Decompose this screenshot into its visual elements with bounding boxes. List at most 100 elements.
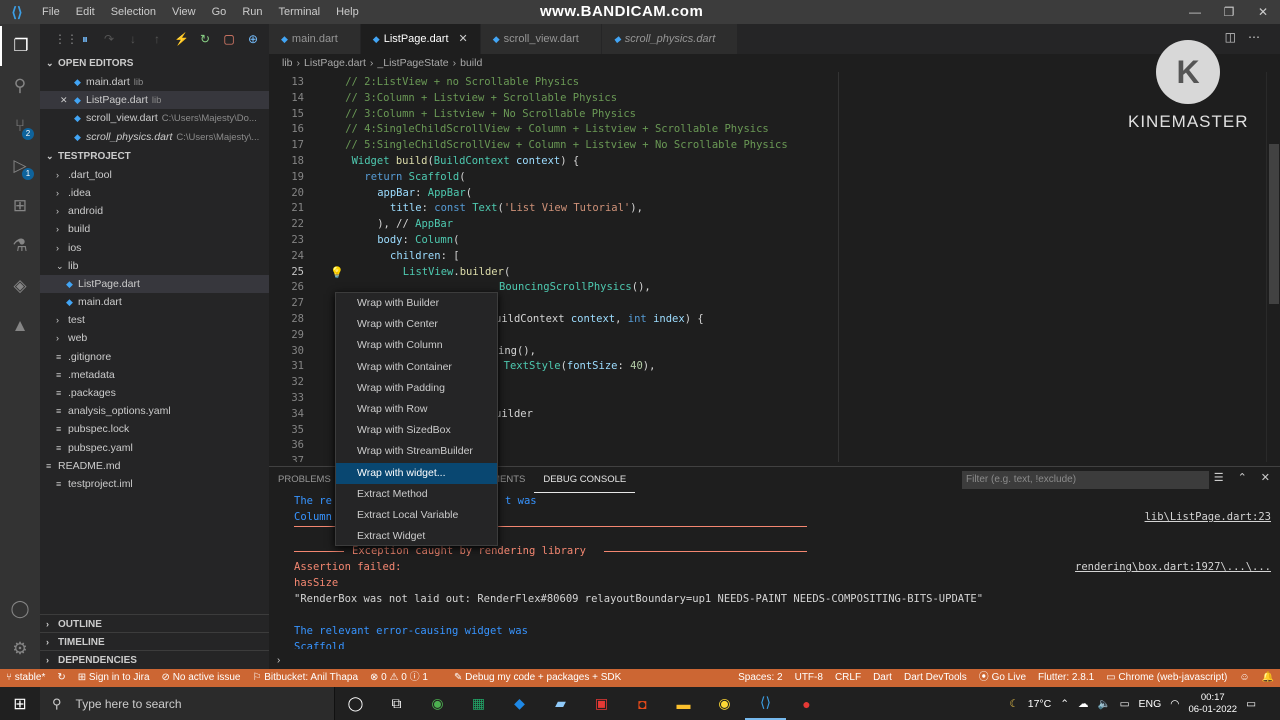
pdf-app-icon[interactable]: ▣ — [581, 687, 622, 720]
windows-start-icon[interactable]: ⊞ — [0, 687, 40, 720]
chrome-app-icon-2[interactable]: ◉ — [704, 687, 745, 720]
clock[interactable]: 00:17 06-01-2022 — [1188, 692, 1237, 716]
menu-item-extract-method[interactable]: Extract Method — [336, 484, 497, 505]
file-item[interactable]: ≡ .metadata — [40, 366, 269, 384]
inspect-icon[interactable]: ⊕ — [246, 32, 260, 46]
dart-devtools[interactable]: Dart DevTools — [898, 669, 973, 687]
temperature[interactable]: 17°C — [1028, 698, 1051, 710]
step-into-icon[interactable]: ↓ — [126, 32, 140, 46]
menu-item-wrap-with-row[interactable]: Wrap with Row — [336, 399, 497, 420]
open-editor-item[interactable]: ◆ scroll_view.dart C:\Users\Majesty\Do... — [40, 109, 269, 127]
maps-app-icon[interactable]: ◆ — [499, 687, 540, 720]
folder-item[interactable]: › test — [40, 311, 269, 329]
clear-console-icon[interactable]: ☰ — [1214, 471, 1224, 484]
file-item[interactable]: ≡ pubspec.lock — [40, 420, 269, 438]
restart-icon[interactable]: ↻ — [198, 32, 212, 46]
jira-signin[interactable]: ⊞ Sign in to Jira — [72, 669, 156, 687]
file-item[interactable]: ≡ README.md — [40, 457, 269, 475]
dependencies-section[interactable]: › DEPENDENCIES — [40, 650, 269, 669]
breadcrumb-item[interactable]: build — [460, 57, 482, 69]
folder-item[interactable]: › build — [40, 220, 269, 238]
open-editor-item[interactable]: ◆ scroll_physics.dart C:\Users\Majesty\... — [40, 128, 269, 146]
timeline-section[interactable]: › TIMELINE — [40, 632, 269, 651]
more-actions-icon[interactable]: ⋯ — [1248, 30, 1260, 44]
file-item[interactable]: ◆ ListPage.dart — [40, 274, 269, 294]
menu-item-wrap-with-padding[interactable]: Wrap with Padding — [336, 378, 497, 399]
menu-item-view[interactable]: View — [164, 0, 204, 24]
stop-icon[interactable]: ▢ — [222, 32, 236, 46]
network-icon[interactable]: ▭ — [1120, 698, 1130, 710]
source-control-icon[interactable]: ⑂ 2 — [0, 106, 40, 146]
tab-scroll-physics-dart[interactable]: ◆ scroll_physics.dart — [601, 24, 739, 54]
scrollbar-thumb[interactable] — [1269, 144, 1279, 304]
explorer-icon[interactable]: ❐ — [0, 26, 40, 66]
minimize-icon[interactable]: — — [1178, 0, 1212, 24]
encoding[interactable]: UTF-8 — [789, 669, 829, 687]
vscode-app-icon[interactable]: ⟨⟩ — [745, 687, 786, 720]
debug-mode[interactable]: ✎ Debug my code + packages + SDK — [448, 669, 627, 687]
folder-item[interactable]: › .dart_tool — [40, 166, 269, 184]
testing-icon[interactable]: ⚗ — [0, 226, 40, 266]
account-icon[interactable]: ◯ — [0, 589, 40, 629]
file-item[interactable]: ◆ main.dart — [40, 293, 269, 311]
open-editors-header[interactable]: ⌄ OPEN EDITORS — [40, 54, 269, 73]
open-editor-item[interactable]: ✕ ◆ ListPage.dart lib — [40, 91, 269, 110]
tab-problems[interactable]: PROBLEMS — [269, 467, 340, 493]
go-live[interactable]: ⦿ Go Live — [973, 669, 1032, 687]
indentation[interactable]: Spaces: 2 — [732, 669, 788, 687]
problems-count[interactable]: ⊗ 0 ⚠ 0 ⓘ 1 — [364, 669, 434, 687]
step-out-icon[interactable]: ↑ — [150, 32, 164, 46]
weather-icon[interactable]: ☾ — [1009, 698, 1018, 710]
open-editor-item[interactable]: ◆ main.dart lib — [40, 73, 269, 91]
feedback-icon[interactable]: ☺ — [1233, 669, 1255, 687]
breadcrumb-item[interactable]: lib — [282, 57, 293, 69]
file-item[interactable]: ≡ .packages — [40, 384, 269, 402]
project-header[interactable]: ⌄ TESTPROJECT — [40, 147, 269, 166]
file-item[interactable]: ≡ analysis_options.yaml — [40, 402, 269, 420]
hot-reload-icon[interactable]: ⚡ — [174, 32, 189, 46]
bandicam-app-icon[interactable]: ● — [786, 687, 827, 720]
excel-app-icon[interactable]: ▦ — [458, 687, 499, 720]
flutter-version[interactable]: Flutter: 2.8.1 — [1032, 669, 1100, 687]
taskbar-search-input[interactable]: ⚲ Type here to search — [40, 687, 335, 720]
run-debug-icon[interactable]: ▷ 1 — [0, 146, 40, 186]
extensions-icon[interactable]: ⊞ — [0, 186, 40, 226]
menu-item-go[interactable]: Go — [204, 0, 235, 24]
step-over-icon[interactable]: ↷ — [102, 32, 116, 46]
close-editor-icon[interactable]: ✕ — [60, 91, 74, 109]
file-explorer-icon[interactable]: ▬ — [663, 687, 704, 720]
wifi-icon[interactable]: ◠ — [1170, 698, 1179, 710]
menu-item-wrap-with-column[interactable]: Wrap with Column — [336, 335, 497, 356]
cortana-icon[interactable]: ◯ — [335, 687, 376, 720]
bitbucket-user[interactable]: ⚐ Bitbucket: Anil Thapa — [247, 669, 365, 687]
menu-item-file[interactable]: File — [34, 0, 68, 24]
settings-gear-icon[interactable]: ⚙ — [0, 629, 40, 669]
menu-item-wrap-with-sizedbox[interactable]: Wrap with SizedBox — [336, 420, 497, 441]
notes-app-icon[interactable]: ▰ — [540, 687, 581, 720]
language-indicator[interactable]: ENG — [1139, 698, 1162, 710]
folder-item[interactable]: › .idea — [40, 184, 269, 202]
tab-main-dart[interactable]: ◆ main.dart — [269, 24, 361, 54]
device-selector[interactable]: ▭ Chrome (web-javascript) — [1100, 669, 1233, 687]
lightbulb-icon[interactable]: 💡 — [330, 266, 344, 279]
remote-icon[interactable]: ▲ — [0, 306, 40, 346]
folder-item[interactable]: ⌄ lib — [40, 257, 269, 275]
file-item[interactable]: ≡ .gitignore — [40, 348, 269, 366]
console-input-chevron-icon[interactable]: › — [277, 655, 280, 666]
tray-expand-icon[interactable]: ⌃ — [1060, 698, 1069, 710]
error-source-link[interactable]: rendering\box.dart:1927\...\... — [1075, 559, 1271, 575]
close-panel-icon[interactable]: ✕ — [1261, 471, 1270, 484]
menu-item-selection[interactable]: Selection — [103, 0, 164, 24]
file-item[interactable]: ≡ testproject.iml — [40, 475, 269, 493]
tab-ListPage-dart[interactable]: ◆ ListPage.dart ✕ — [360, 24, 481, 54]
notifications-icon[interactable]: 🔔 — [1256, 669, 1280, 687]
drag-handle-icon[interactable]: ⋮⋮ — [54, 32, 78, 46]
folder-item[interactable]: › android — [40, 202, 269, 220]
menu-item-terminal[interactable]: Terminal — [271, 0, 329, 24]
chrome-app-icon[interactable]: ◉ — [417, 687, 458, 720]
menu-item-wrap-with-streambuilder[interactable]: Wrap with StreamBuilder — [336, 441, 497, 462]
menu-item-wrap-with-widget[interactable]: Wrap with widget... — [336, 462, 497, 484]
folder-item[interactable]: › ios — [40, 239, 269, 257]
task-view-icon[interactable]: ⧉ — [376, 687, 417, 720]
menu-item-wrap-with-center[interactable]: Wrap with Center — [336, 314, 497, 335]
